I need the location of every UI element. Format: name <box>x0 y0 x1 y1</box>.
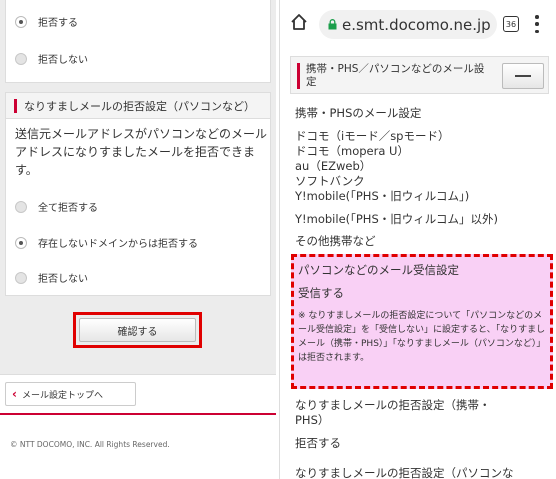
carrier-item: ドコモ（iモード／spモード） <box>295 129 450 143</box>
page-footer: ‹ メール設定トップへ © NTT DOCOMO, INC. All Right… <box>0 374 276 479</box>
pc-receive-title: パソコンなどのメール受信設定 <box>298 263 459 277</box>
radio-selected-icon[interactable] <box>15 15 27 28</box>
left-phone-screen: 拒否する 拒否しない なりすましメールの拒否設定（パソコンなど） 送信元メールア… <box>0 0 276 479</box>
pc-receive-note: ※ なりすましメールの拒否設定について「パソコンなどのメール受信設定」を「受信し… <box>298 311 546 363</box>
radio-option-reject-nonexistent[interactable]: 存在しないドメインからは拒否する <box>15 235 198 250</box>
pc-receive-highlight-box[interactable]: パソコンなどのメール受信設定 受信する ※ なりすましメールの拒否設定について「… <box>291 254 553 389</box>
back-to-mail-settings-button[interactable]: ‹ メール設定トップへ <box>5 382 136 406</box>
ymobile-other-item: Y!mobile(「PHS・旧ウィルコム」以外) <box>295 212 499 226</box>
confirm-button[interactable]: 確認する <box>79 318 196 342</box>
radio-option-reject[interactable]: 拒否する <box>15 14 78 29</box>
card-header: なりすましメールの拒否設定（パソコンなど） <box>6 93 270 119</box>
chevron-left-icon: ‹ <box>12 387 17 401</box>
header-accent-bar <box>297 63 300 89</box>
tab-switcher-icon[interactable]: 36 <box>503 16 519 32</box>
more-vert-icon[interactable] <box>535 15 539 33</box>
confirm-highlight-box: 確認する <box>73 312 202 348</box>
radio-unselected-icon[interactable] <box>15 52 27 65</box>
section-header: 携帯・PHS／パソコンなどのメール設定 <box>290 56 549 94</box>
radio-selected-icon[interactable] <box>15 236 27 249</box>
prev-setting-card: 拒否する 拒否しない <box>5 0 271 83</box>
radio-unselected-icon[interactable] <box>15 271 27 284</box>
spoof-pc-setting-card: なりすましメールの拒否設定（パソコンなど） 送信元メールアドレスがパソコンなどの… <box>5 92 271 296</box>
lock-icon <box>328 19 337 30</box>
radio-unselected-icon[interactable] <box>15 200 27 213</box>
url-text: e.smt.docomo.ne.jp <box>342 15 491 34</box>
mobile-setting-label[interactable]: 携帯・PHSのメール設定 <box>295 106 421 121</box>
copyright-text: © NTT DOCOMO, INC. All Rights Reserved. <box>10 440 170 449</box>
carrier-item: ドコモ（mopera U） <box>295 144 409 158</box>
minus-icon <box>515 74 531 78</box>
collapse-button[interactable] <box>502 63 544 89</box>
back-button-label: メール設定トップへ <box>21 390 103 401</box>
address-bar[interactable]: e.smt.docomo.ne.jp <box>319 10 497 39</box>
right-phone-screen: e.smt.docomo.ne.jp 36 携帯・PHS／パソコンなどのメール設… <box>279 0 556 479</box>
home-icon[interactable] <box>289 12 309 32</box>
spoof-mobile-title[interactable]: なりすましメールの拒否設定（携帯・PHS） <box>295 398 505 428</box>
radio-label: 拒否しない <box>38 55 88 66</box>
pc-receive-value: 受信する <box>298 286 344 300</box>
radio-label: 拒否しない <box>38 274 88 285</box>
spoof-mobile-value: 拒否する <box>295 436 341 450</box>
spoof-pc-title[interactable]: なりすましメールの拒否設定（パソコンな <box>295 466 514 479</box>
footer-divider <box>0 413 276 415</box>
card-title: なりすましメールの拒否設定（パソコンなど） <box>24 99 255 113</box>
radio-label: 全て拒否する <box>38 203 98 214</box>
other-carriers-item: その他携帯など <box>295 234 376 248</box>
radio-option-reject-all[interactable]: 全て拒否する <box>15 199 98 214</box>
carrier-item: Y!mobile(「PHS・旧ウィルコム」) <box>295 189 470 203</box>
carrier-item: au（EZweb） <box>295 159 372 173</box>
radio-label: 拒否する <box>38 18 78 29</box>
header-accent-bar <box>14 98 17 113</box>
radio-label: 存在しないドメインからは拒否する <box>38 239 198 250</box>
card-description: 送信元メールアドレスがパソコンなどのメールアドレスになりすましたメールを拒否でき… <box>15 127 268 177</box>
radio-option-no-reject[interactable]: 拒否しない <box>15 51 88 66</box>
carrier-item: ソフトバンク <box>295 174 365 188</box>
section-title: 携帯・PHS／パソコンなどのメール設定 <box>306 63 485 88</box>
browser-toolbar: e.smt.docomo.ne.jp 36 <box>280 0 556 52</box>
radio-option-no-reject[interactable]: 拒否しない <box>15 270 88 285</box>
